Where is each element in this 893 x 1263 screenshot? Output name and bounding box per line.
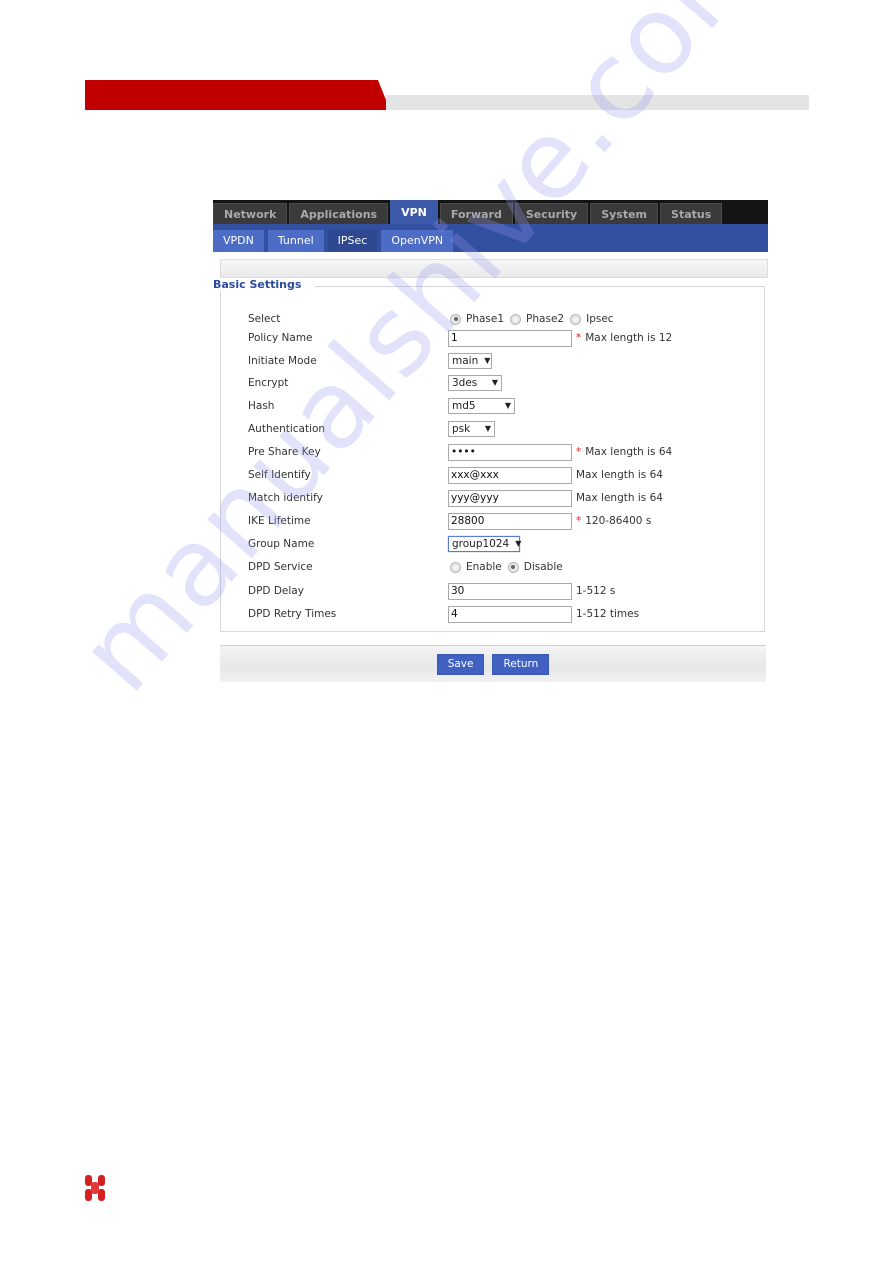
hash-label: Hash: [248, 400, 275, 412]
header-red-band: [85, 80, 390, 110]
encrypt-select[interactable]: 3des ▼: [448, 375, 502, 391]
dpd-service-label: DPD Service: [248, 561, 313, 573]
radio-phase2-label: Phase2: [526, 313, 565, 325]
top-nav: Network Applications VPN Forward Securit…: [213, 200, 768, 224]
row-dpd-service: DPD Service Enable Disable: [248, 557, 758, 577]
self-identify-label: Self Identify: [248, 469, 311, 481]
dpd-retry-times-input[interactable]: 4: [448, 605, 572, 623]
row-hash: Hash md5 ▼: [248, 396, 758, 416]
row-group-name: Group Name group1024 ▼: [248, 534, 758, 554]
policy-name-label: Policy Name: [248, 332, 313, 344]
basic-settings-panel: Basic Settings Select Phase1 Phase2 Ipse…: [213, 278, 765, 632]
required-marker: *: [576, 515, 582, 527]
subtab-openvpn[interactable]: OpenVPN: [381, 230, 454, 252]
tab-vpn[interactable]: VPN: [390, 200, 438, 224]
encrypt-label: Encrypt: [248, 377, 289, 389]
row-ike-lifetime: IKE Lifetime 28800 * 120-86400 s: [248, 511, 758, 531]
match-identify-input[interactable]: yyy@yyy: [448, 489, 572, 507]
tab-status[interactable]: Status: [660, 203, 723, 224]
ike-lifetime-label: IKE Lifetime: [248, 515, 311, 527]
required-marker: *: [576, 446, 582, 458]
row-select: Select Phase1 Phase2 Ipsec: [248, 309, 758, 329]
encrypt-value: 3des: [452, 377, 478, 389]
chevron-down-icon: ▼: [515, 539, 522, 548]
subtab-vpdn[interactable]: VPDN: [213, 230, 264, 252]
info-bar: [220, 259, 768, 278]
pre-share-key-input[interactable]: ••••: [448, 443, 572, 461]
initiate-mode-label: Initiate Mode: [248, 355, 317, 367]
section-title: Basic Settings: [213, 278, 316, 291]
brand-logo-icon: [85, 1175, 105, 1201]
row-policy-name: Policy Name 1 * Max length is 12: [248, 328, 758, 348]
self-identify-input[interactable]: xxx@xxx: [448, 466, 572, 484]
required-marker: *: [576, 332, 582, 344]
row-dpd-delay: DPD Delay 30 1-512 s: [248, 581, 758, 601]
subtab-tunnel[interactable]: Tunnel: [267, 230, 324, 252]
initiate-mode-value: main: [452, 355, 479, 367]
dpd-retry-times-hint: 1-512 times: [576, 608, 640, 620]
self-identify-hint: Max length is 64: [576, 469, 663, 481]
dpd-delay-label: DPD Delay: [248, 585, 304, 597]
row-encrypt: Encrypt 3des ▼: [248, 373, 758, 393]
match-identify-hint: Max length is 64: [576, 492, 663, 504]
row-initiate-mode: Initiate Mode main ▼: [248, 351, 758, 371]
radio-dpd-enable-label: Enable: [466, 561, 502, 573]
radio-ipsec-label: Ipsec: [586, 313, 614, 325]
chevron-down-icon: ▼: [491, 378, 498, 387]
row-pre-share-key: Pre Share Key •••• * Max length is 64: [248, 442, 758, 462]
ike-lifetime-input[interactable]: 28800: [448, 512, 572, 530]
match-identify-label: Match identify: [248, 492, 323, 504]
tab-security[interactable]: Security: [514, 203, 589, 224]
ike-lifetime-hint: 120-86400 s: [585, 515, 652, 527]
radio-phase2[interactable]: [510, 313, 522, 325]
header-gray-band: [386, 95, 809, 110]
radio-dpd-enable[interactable]: [450, 561, 461, 573]
group-name-select[interactable]: group1024 ▼: [448, 536, 522, 552]
radio-phase1[interactable]: [450, 313, 461, 325]
hash-value: md5: [452, 400, 476, 412]
radio-ipsec[interactable]: [570, 313, 582, 325]
select-label: Select: [248, 313, 281, 325]
chevron-down-icon: ▼: [484, 424, 491, 433]
sub-nav: VPDN Tunnel IPSec OpenVPN: [213, 224, 768, 252]
hash-select[interactable]: md5 ▼: [448, 398, 515, 414]
tab-applications[interactable]: Applications: [289, 203, 389, 224]
tab-network[interactable]: Network: [213, 203, 288, 224]
authentication-label: Authentication: [248, 423, 326, 435]
row-authentication: Authentication psk ▼: [248, 419, 758, 439]
tab-forward[interactable]: Forward: [439, 203, 513, 224]
group-name-value: group1024: [452, 538, 510, 550]
chevron-down-icon: ▼: [504, 401, 511, 410]
authentication-select[interactable]: psk ▼: [448, 421, 495, 437]
policy-name-hint: Max length is 12: [585, 332, 673, 344]
authentication-value: psk: [452, 423, 471, 435]
tab-system[interactable]: System: [590, 203, 659, 224]
row-match-identify: Match identify yyy@yyy Max length is 64: [248, 488, 758, 508]
pre-share-key-label: Pre Share Key: [248, 446, 321, 458]
return-button[interactable]: Return: [492, 653, 550, 675]
action-bar: Save Return: [220, 645, 766, 682]
group-name-label: Group Name: [248, 538, 315, 550]
radio-dpd-disable-label: Disable: [523, 561, 563, 573]
row-self-identify: Self Identify xxx@xxx Max length is 64: [248, 465, 758, 485]
chevron-down-icon: ▼: [484, 356, 491, 365]
save-button[interactable]: Save: [436, 653, 485, 675]
dpd-retry-times-label: DPD Retry Times: [248, 608, 337, 620]
router-web-ui: Network Applications VPN Forward Securit…: [213, 200, 768, 682]
policy-name-input[interactable]: 1: [448, 329, 572, 347]
row-dpd-retry-times: DPD Retry Times 4 1-512 times: [248, 604, 758, 624]
initiate-mode-select[interactable]: main ▼: [448, 353, 492, 369]
subtab-ipsec[interactable]: IPSec: [327, 230, 378, 252]
dpd-delay-input[interactable]: 30: [448, 582, 572, 600]
radio-phase1-label: Phase1: [466, 313, 505, 325]
dpd-delay-hint: 1-512 s: [576, 585, 616, 597]
radio-dpd-disable[interactable]: [507, 561, 519, 573]
pre-share-key-hint: Max length is 64: [585, 446, 673, 458]
